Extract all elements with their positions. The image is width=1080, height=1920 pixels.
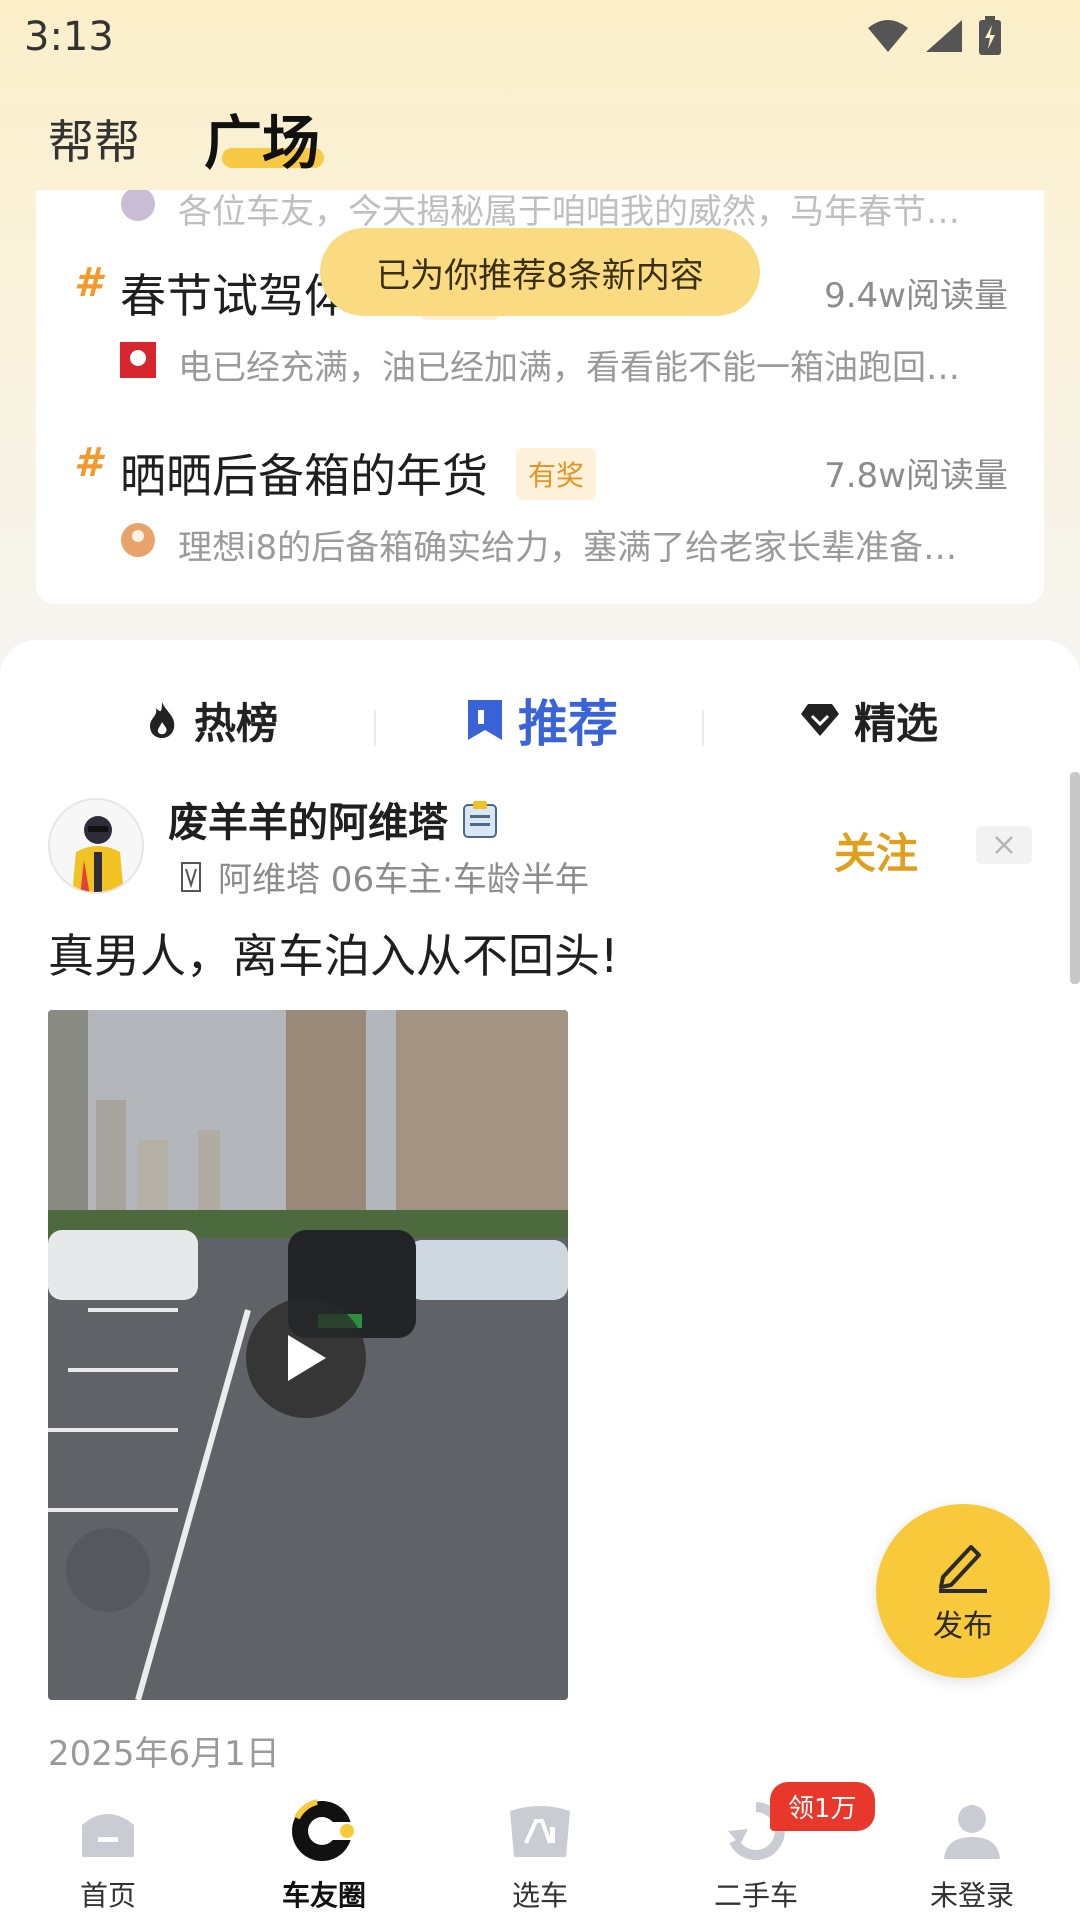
- status-bar: 3:13: [0, 0, 1080, 80]
- dismiss-button[interactable]: [976, 826, 1032, 864]
- tab-bangbang[interactable]: 帮帮: [48, 106, 140, 172]
- tab-divider: [702, 710, 704, 746]
- tab-hot[interactable]: 热榜: [144, 680, 278, 760]
- prize-badge: 有奖: [516, 448, 597, 500]
- nav-used-car-label: 二手车: [713, 1879, 798, 1912]
- wifi-icon: [868, 20, 908, 52]
- post-meta: 阿维塔 06车主·车龄半年: [180, 852, 589, 901]
- car-brand-icon: [181, 861, 201, 892]
- tab-divider: [374, 710, 376, 746]
- post-date: 2025年6月1日: [48, 1734, 280, 1774]
- user-avatar-icon: [120, 190, 156, 228]
- tab-featured[interactable]: 精选: [800, 680, 938, 760]
- car-select-icon: [506, 1798, 574, 1864]
- tab-guangchang[interactable]: 广场: [204, 96, 324, 180]
- feed-panel: 热榜 推荐 精选 废羊羊的阿维塔 阿维塔 06车主·车龄半年 关注 真男人，离车…: [0, 640, 1080, 1920]
- topic-title: 晒晒后备箱的年货: [120, 449, 488, 503]
- nav-home-label: 首页: [79, 1879, 136, 1912]
- avatar-illustration-icon: [50, 800, 142, 892]
- publish-label: 发布: [933, 1609, 993, 1644]
- new-content-toast: 已为你推荐8条新内容: [320, 228, 760, 316]
- nav-login[interactable]: 未登录: [864, 1770, 1080, 1920]
- hash-icon: #: [74, 260, 102, 306]
- bottom-nav: 首页 车友圈 选车 领1万 二手车 未登录: [0, 1770, 1080, 1920]
- hash-icon: #: [74, 440, 102, 486]
- flame-icon: [150, 702, 175, 738]
- avatar[interactable]: [48, 798, 144, 894]
- topic-snippet: 电已经充满，油已经加满，看看能不能一箱油跑回…: [120, 340, 1020, 384]
- topic-thumbnail-icon: [120, 342, 156, 384]
- play-button[interactable]: [246, 1298, 366, 1418]
- topic-snippet: 理想i8的后备箱确实给力，塞满了给老家长辈准备…: [120, 520, 1020, 564]
- post-video[interactable]: [48, 1010, 568, 1700]
- follow-button[interactable]: 关注: [834, 820, 918, 881]
- status-time: 3:13: [24, 14, 114, 60]
- nav-select-car-label: 选车: [511, 1879, 568, 1912]
- battery-icon: [979, 16, 1001, 55]
- nav-select-car[interactable]: 选车: [432, 1770, 648, 1920]
- flag-icon: [468, 700, 502, 740]
- topic-reads: 7.8w阅读量: [824, 456, 1008, 496]
- user-icon: [942, 1798, 1002, 1864]
- edit-icon: [939, 1545, 987, 1593]
- post-text[interactable]: 真男人，离车泊入从不回头!: [48, 920, 618, 986]
- promo-badge: 领1万: [770, 1782, 875, 1831]
- post-author[interactable]: 废羊羊的阿维塔: [168, 790, 498, 848]
- publish-button[interactable]: 发布: [876, 1504, 1050, 1678]
- topic-reads: 9.4w阅读量: [824, 276, 1008, 316]
- close-icon: [995, 836, 1013, 854]
- circle-icon: [289, 1798, 359, 1864]
- status-icons: [866, 16, 1002, 56]
- feed-tabs: 热榜 推荐 精选: [0, 680, 1080, 760]
- badge-icon: [463, 801, 497, 838]
- user-avatar-icon: [120, 522, 156, 564]
- topic-partial-snippet: 各位车友，今天揭秘属于咱咱我的威然，马年春节…: [120, 190, 1020, 228]
- nav-home[interactable]: 首页: [0, 1770, 216, 1920]
- home-icon: [78, 1798, 138, 1864]
- tab-featured-label: 精选: [854, 698, 939, 748]
- tab-recommend[interactable]: 推荐: [466, 680, 618, 760]
- author-car-info: 阿维塔 06车主·车龄半年: [218, 860, 589, 900]
- nav-community[interactable]: 车友圈: [216, 1770, 432, 1920]
- scrollbar[interactable]: [1070, 772, 1080, 984]
- top-tabs: 帮帮 广场: [0, 96, 1080, 186]
- tab-hot-label: 热榜: [194, 698, 279, 748]
- diamond-icon: [801, 704, 839, 736]
- author-name: 废羊羊的阿维塔: [168, 800, 448, 846]
- nav-community-label: 车友圈: [281, 1879, 366, 1912]
- tab-guangchang-label: 广场: [204, 109, 321, 177]
- signal-icon: [926, 20, 962, 52]
- nav-login-label: 未登录: [929, 1879, 1014, 1912]
- tab-recommend-label: 推荐: [518, 695, 618, 753]
- play-icon: [288, 1335, 326, 1381]
